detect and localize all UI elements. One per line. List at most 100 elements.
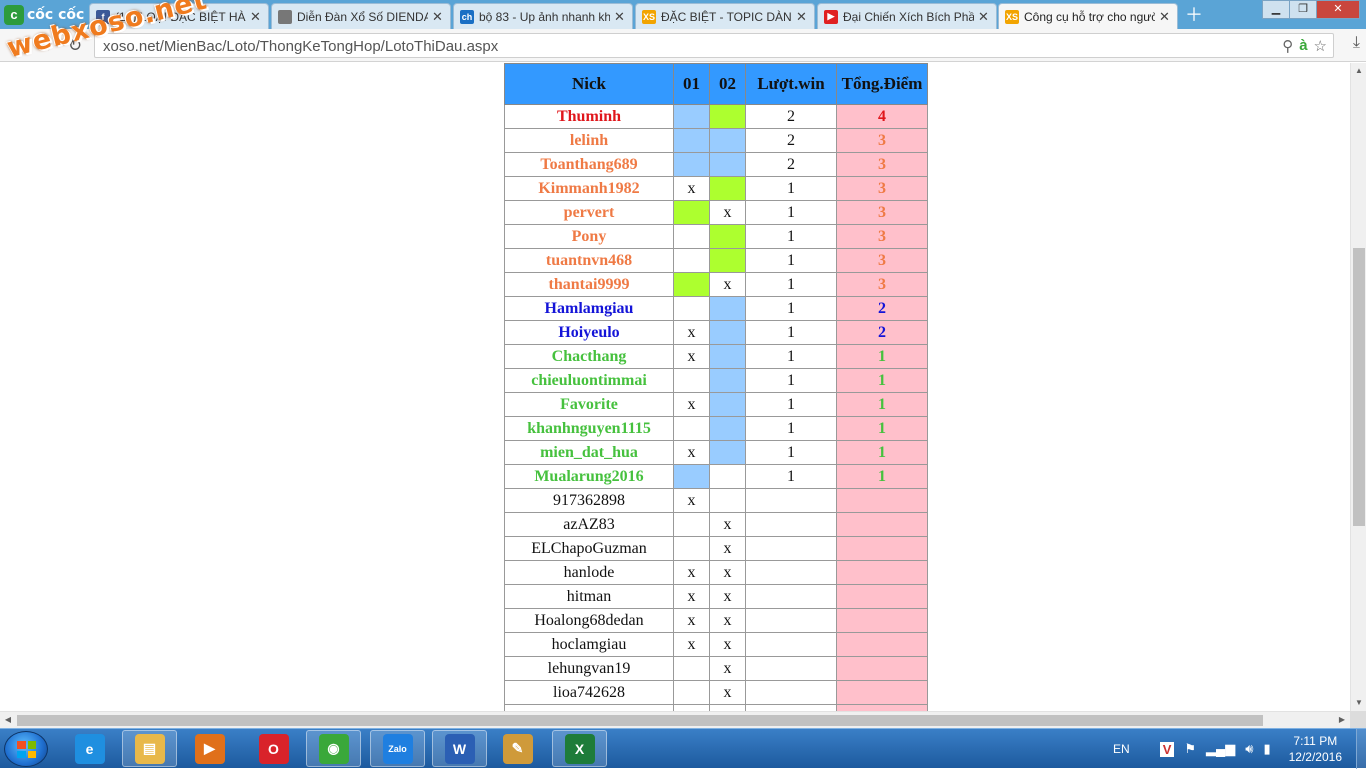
brand-name: cốc cốc bbox=[27, 6, 85, 23]
win-count-cell: 1 bbox=[745, 464, 837, 489]
browser-tab-5[interactable]: ▶ Đại Chiến Xích Bích Phần ✕ bbox=[817, 3, 997, 29]
win-count-cell bbox=[745, 680, 837, 705]
total-points-cell: 3 bbox=[836, 272, 928, 297]
action-center-flag-icon[interactable]: ⚑ bbox=[1184, 741, 1196, 757]
total-points-cell: 2 bbox=[836, 296, 928, 321]
table-row: Kimmanh1982 x 1 3 bbox=[504, 176, 928, 201]
download-icon[interactable]: ⤓ bbox=[1353, 34, 1360, 52]
vertical-scrollbar[interactable]: ▲ ▼ bbox=[1350, 63, 1366, 711]
pick-01-cell bbox=[673, 128, 710, 153]
tab-title: Đại Chiến Xích Bích Phần bbox=[843, 9, 974, 24]
player-nick: Kimmanh1982 bbox=[504, 176, 674, 201]
browser-tab-1[interactable]: f (10) LOẠI ĐẶC BIỆT HÀNG ✕ bbox=[89, 3, 269, 29]
new-tab-button[interactable]: ＋ bbox=[1183, 4, 1205, 26]
player-nick: Chacthang bbox=[504, 344, 674, 369]
taskbar-button-3[interactable]: ▶ bbox=[182, 730, 237, 767]
scroll-right-arrow-icon[interactable]: ▶ bbox=[1334, 712, 1350, 728]
browser-tab-6[interactable]: XS Công cụ hỗ trợ cho người ✕ bbox=[998, 3, 1178, 29]
back-button[interactable]: ← bbox=[6, 35, 28, 57]
forward-button[interactable]: → bbox=[35, 35, 57, 57]
page-icon bbox=[278, 9, 292, 24]
player-nick: mien_dat_hua bbox=[504, 440, 674, 465]
player-nick: Hamlamgiau bbox=[504, 296, 674, 321]
taskbar-button-8[interactable]: ✎ bbox=[490, 730, 545, 767]
win-count-cell: 1 bbox=[745, 392, 837, 417]
bookmark-star-icon[interactable]: ☆ bbox=[1314, 37, 1327, 55]
pick-01-cell: x bbox=[673, 440, 710, 465]
pick-02-cell bbox=[709, 488, 746, 513]
excel-icon: X bbox=[564, 733, 595, 764]
table-row: 917362898 x bbox=[504, 488, 928, 513]
language-indicator[interactable]: EN bbox=[1113, 742, 1130, 756]
scroll-down-arrow-icon[interactable]: ▼ bbox=[1351, 695, 1366, 711]
close-tab-icon[interactable]: ✕ bbox=[796, 9, 808, 25]
win-count-cell: 1 bbox=[745, 416, 837, 441]
horizontal-scrollbar[interactable]: ◀ ▶ bbox=[0, 711, 1350, 728]
network-signal-icon[interactable]: ▂▄▆ bbox=[1206, 741, 1235, 757]
total-points-cell: 3 bbox=[836, 248, 928, 273]
coccoc-icon: ◉ bbox=[318, 733, 349, 764]
player-nick: Toanthang689 bbox=[504, 152, 674, 177]
table-row: ELChapoGuzman x bbox=[504, 536, 928, 561]
show-desktop-button[interactable] bbox=[1356, 729, 1366, 769]
win-count-cell: 1 bbox=[745, 176, 837, 201]
win-count-cell bbox=[745, 488, 837, 513]
win-count-cell bbox=[745, 608, 837, 633]
pick-02-cell bbox=[709, 320, 746, 345]
taskbar-button-2[interactable]: ▤ bbox=[122, 730, 177, 767]
pick-01-cell bbox=[673, 536, 710, 561]
translate-icon[interactable]: à bbox=[1299, 37, 1307, 55]
horizontal-scroll-thumb[interactable] bbox=[17, 715, 1263, 726]
xs-icon: XS bbox=[642, 9, 656, 24]
vertical-scroll-thumb[interactable] bbox=[1353, 248, 1365, 526]
url-field[interactable]: xoso.net/MienBac/Loto/ThongKeTongHop/Lot… bbox=[94, 33, 1334, 58]
scroll-left-arrow-icon[interactable]: ◀ bbox=[0, 712, 16, 728]
pick-01-cell: x bbox=[673, 560, 710, 585]
pick-02-cell bbox=[709, 104, 746, 129]
table-row: thantai9999 x 1 3 bbox=[504, 272, 928, 297]
header-win-count: Lượt.win bbox=[745, 63, 837, 105]
taskbar-button-4[interactable]: O bbox=[246, 730, 301, 767]
total-points-cell bbox=[836, 488, 928, 513]
browser-tab-2[interactable]: Diễn Đàn Xổ Số DIENDAN ✕ bbox=[271, 3, 451, 29]
close-tab-icon[interactable]: ✕ bbox=[614, 9, 626, 25]
taskbar-button-7[interactable]: W bbox=[432, 730, 487, 767]
pick-02-cell: x bbox=[709, 608, 746, 633]
browser-tab-3[interactable]: ch bộ 83 - Up ảnh nhanh không ✕ bbox=[453, 3, 633, 29]
pick-01-cell bbox=[673, 152, 710, 177]
taskbar-button-1[interactable]: e bbox=[62, 730, 117, 767]
battery-icon[interactable]: ▮ bbox=[1263, 741, 1270, 757]
total-points-cell bbox=[836, 584, 928, 609]
table-row: hitman x x bbox=[504, 584, 928, 609]
reload-button[interactable]: ↻ bbox=[64, 35, 86, 57]
volume-icon[interactable]: 🔊︎ bbox=[1245, 741, 1253, 757]
zoom-icon[interactable]: ⚲ bbox=[1282, 37, 1293, 55]
browser-brand[interactable]: c cốc cốc bbox=[0, 0, 90, 29]
scroll-up-arrow-icon[interactable]: ▲ bbox=[1351, 63, 1366, 79]
pick-01-cell bbox=[673, 272, 710, 297]
taskbar-button-6[interactable]: Zalo bbox=[370, 730, 425, 767]
close-tab-icon[interactable]: ✕ bbox=[250, 9, 262, 25]
media-player-icon: ▶ bbox=[194, 733, 225, 764]
pick-01-cell: x bbox=[673, 584, 710, 609]
antivirus-icon[interactable]: V bbox=[1159, 741, 1175, 757]
maximize-button[interactable]: ❐ bbox=[1289, 0, 1317, 19]
total-points-cell bbox=[836, 608, 928, 633]
win-count-cell: 1 bbox=[745, 248, 837, 273]
close-tab-icon[interactable]: ✕ bbox=[432, 9, 444, 25]
taskbar-button-9[interactable]: X bbox=[552, 730, 607, 767]
pick-01-cell: x bbox=[673, 632, 710, 657]
player-nick: Favorite bbox=[504, 392, 674, 417]
total-points-cell: 1 bbox=[836, 416, 928, 441]
close-tab-icon[interactable]: ✕ bbox=[978, 9, 990, 25]
tab-title: Công cụ hỗ trợ cho người bbox=[1024, 9, 1155, 24]
taskbar-button-5[interactable]: ◉ bbox=[306, 730, 361, 767]
close-tab-icon[interactable]: ✕ bbox=[1159, 9, 1171, 25]
minimize-button[interactable]: ▁ bbox=[1262, 0, 1290, 19]
start-button[interactable] bbox=[4, 731, 48, 767]
close-window-button[interactable]: ✕ bbox=[1316, 0, 1360, 19]
facebook-icon: f bbox=[96, 9, 110, 24]
player-nick: Hoalong68dedan bbox=[504, 608, 674, 633]
clock[interactable]: 7:11 PM 12/2/2016 bbox=[1289, 733, 1342, 765]
browser-tab-4[interactable]: XS ĐẶC BIỆT - TOPIC DÀN Đ ✕ bbox=[635, 3, 815, 29]
